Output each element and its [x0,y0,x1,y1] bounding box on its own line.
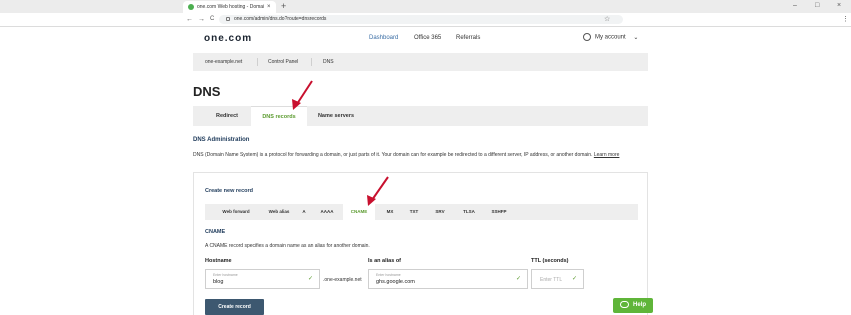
check-icon: ✓ [571,276,577,282]
minimize-icon[interactable]: – [793,0,797,12]
hostname-input[interactable]: Enter hostname blog ✓ [205,269,320,289]
breadcrumb: one-example.net Control Panel DNS [193,53,648,71]
learn-more-link[interactable]: Learn more [594,152,620,158]
hostname-placeholder: Enter hostname [213,273,238,277]
hostname-value: blog [213,279,224,285]
account-avatar-icon [583,33,591,41]
record-tab-a[interactable]: A [297,204,311,220]
record-tab-cname[interactable]: CNAME [343,204,375,220]
record-tab-mx[interactable]: MX [375,204,405,220]
record-tab-tlsa[interactable]: TLSA [457,204,481,220]
record-type-tabs: Web forward Web alias A AAAA CNAME MX TX… [205,204,638,220]
domain-suffix: .one-example.net [323,277,362,283]
ttl-label: TTL (seconds) [531,258,569,264]
tab-redirect[interactable]: Redirect [203,106,251,126]
breadcrumb-control-panel[interactable]: Control Panel [268,53,298,71]
nav-dashboard[interactable]: Dashboard [369,35,398,41]
alias-input[interactable]: Enter hostname ghs.google.com ✓ [368,269,528,289]
url-text: one.com/admin/dns.do?route=dnsrecords [234,16,327,22]
check-icon: ✓ [307,276,313,282]
record-tab-aaaa[interactable]: AAAA [311,204,343,220]
create-record-button[interactable]: Create record [205,299,264,315]
nav-referrals[interactable]: Referrals [456,35,480,41]
tab-dns-records[interactable]: DNS records [251,106,307,127]
my-account-label: My account [595,34,626,41]
hostname-label: Hostname [205,258,232,264]
record-tab-web-forward[interactable]: Web forward [211,204,261,220]
my-account-menu[interactable]: My account ⌄ [583,33,638,43]
dns-administration-title: DNS Administration [193,137,250,143]
chat-bubble-icon [620,301,629,308]
address-bar[interactable]: one.com/admin/dns.do?route=dnsrecords ☆ [219,15,623,24]
alias-value: ghs.google.com [376,279,415,285]
record-tab-srv[interactable]: SRV [423,204,457,220]
record-tab-web-alias[interactable]: Web alias [261,204,297,220]
forward-icon[interactable]: → [198,13,205,26]
record-tab-txt[interactable]: TXT [405,204,423,220]
tab-name-servers[interactable]: Name servers [307,106,365,126]
lock-icon [226,17,230,21]
alias-label: Is an alias of [368,258,402,264]
help-label: Help [633,302,647,308]
breadcrumb-divider [311,58,312,66]
help-button[interactable]: Help [613,298,653,313]
alias-placeholder: Enter hostname [376,273,401,277]
ttl-placeholder: Enter TTL [540,277,563,283]
breadcrumb-dns[interactable]: DNS [323,53,334,71]
browser-tab-title: one.com Web hosting - Domai [197,4,265,10]
ttl-input[interactable]: Enter TTL ✓ [531,269,584,289]
new-tab-icon[interactable]: + [281,0,286,12]
browser-tab[interactable]: one.com Web hosting - Domai × [183,1,276,13]
tab-close-icon[interactable]: × [267,1,271,13]
site-logo[interactable]: one.com [204,33,252,44]
breadcrumb-domain[interactable]: one-example.net [205,53,242,71]
dns-description-text: DNS (Domain Name System) is a protocol f… [193,152,593,158]
favicon-icon [188,4,194,10]
cname-description: A CNAME record specifies a domain name a… [205,243,370,249]
nav-office-365[interactable]: Office 365 [414,35,441,41]
reload-icon[interactable]: C [210,13,214,26]
check-icon: ✓ [515,276,521,282]
window-close-icon[interactable]: × [837,0,841,12]
page-title: DNS [193,84,221,99]
dns-description: DNS (Domain Name System) is a protocol f… [193,152,619,158]
cname-title: CNAME [205,229,226,235]
chevron-down-icon: ⌄ [633,34,639,41]
bookmark-star-icon[interactable]: ☆ [604,15,610,24]
record-tab-sshfp[interactable]: SSHFP [481,204,517,220]
maximize-icon[interactable]: □ [815,0,819,12]
create-record-title: Create new record [205,188,253,194]
back-icon[interactable]: ← [186,13,193,26]
breadcrumb-divider [257,58,258,66]
dns-main-tabs: Redirect DNS records Name servers [193,106,648,127]
browser-menu-icon[interactable]: ⋮ [842,13,849,26]
browser-tab-strip [0,0,851,13]
